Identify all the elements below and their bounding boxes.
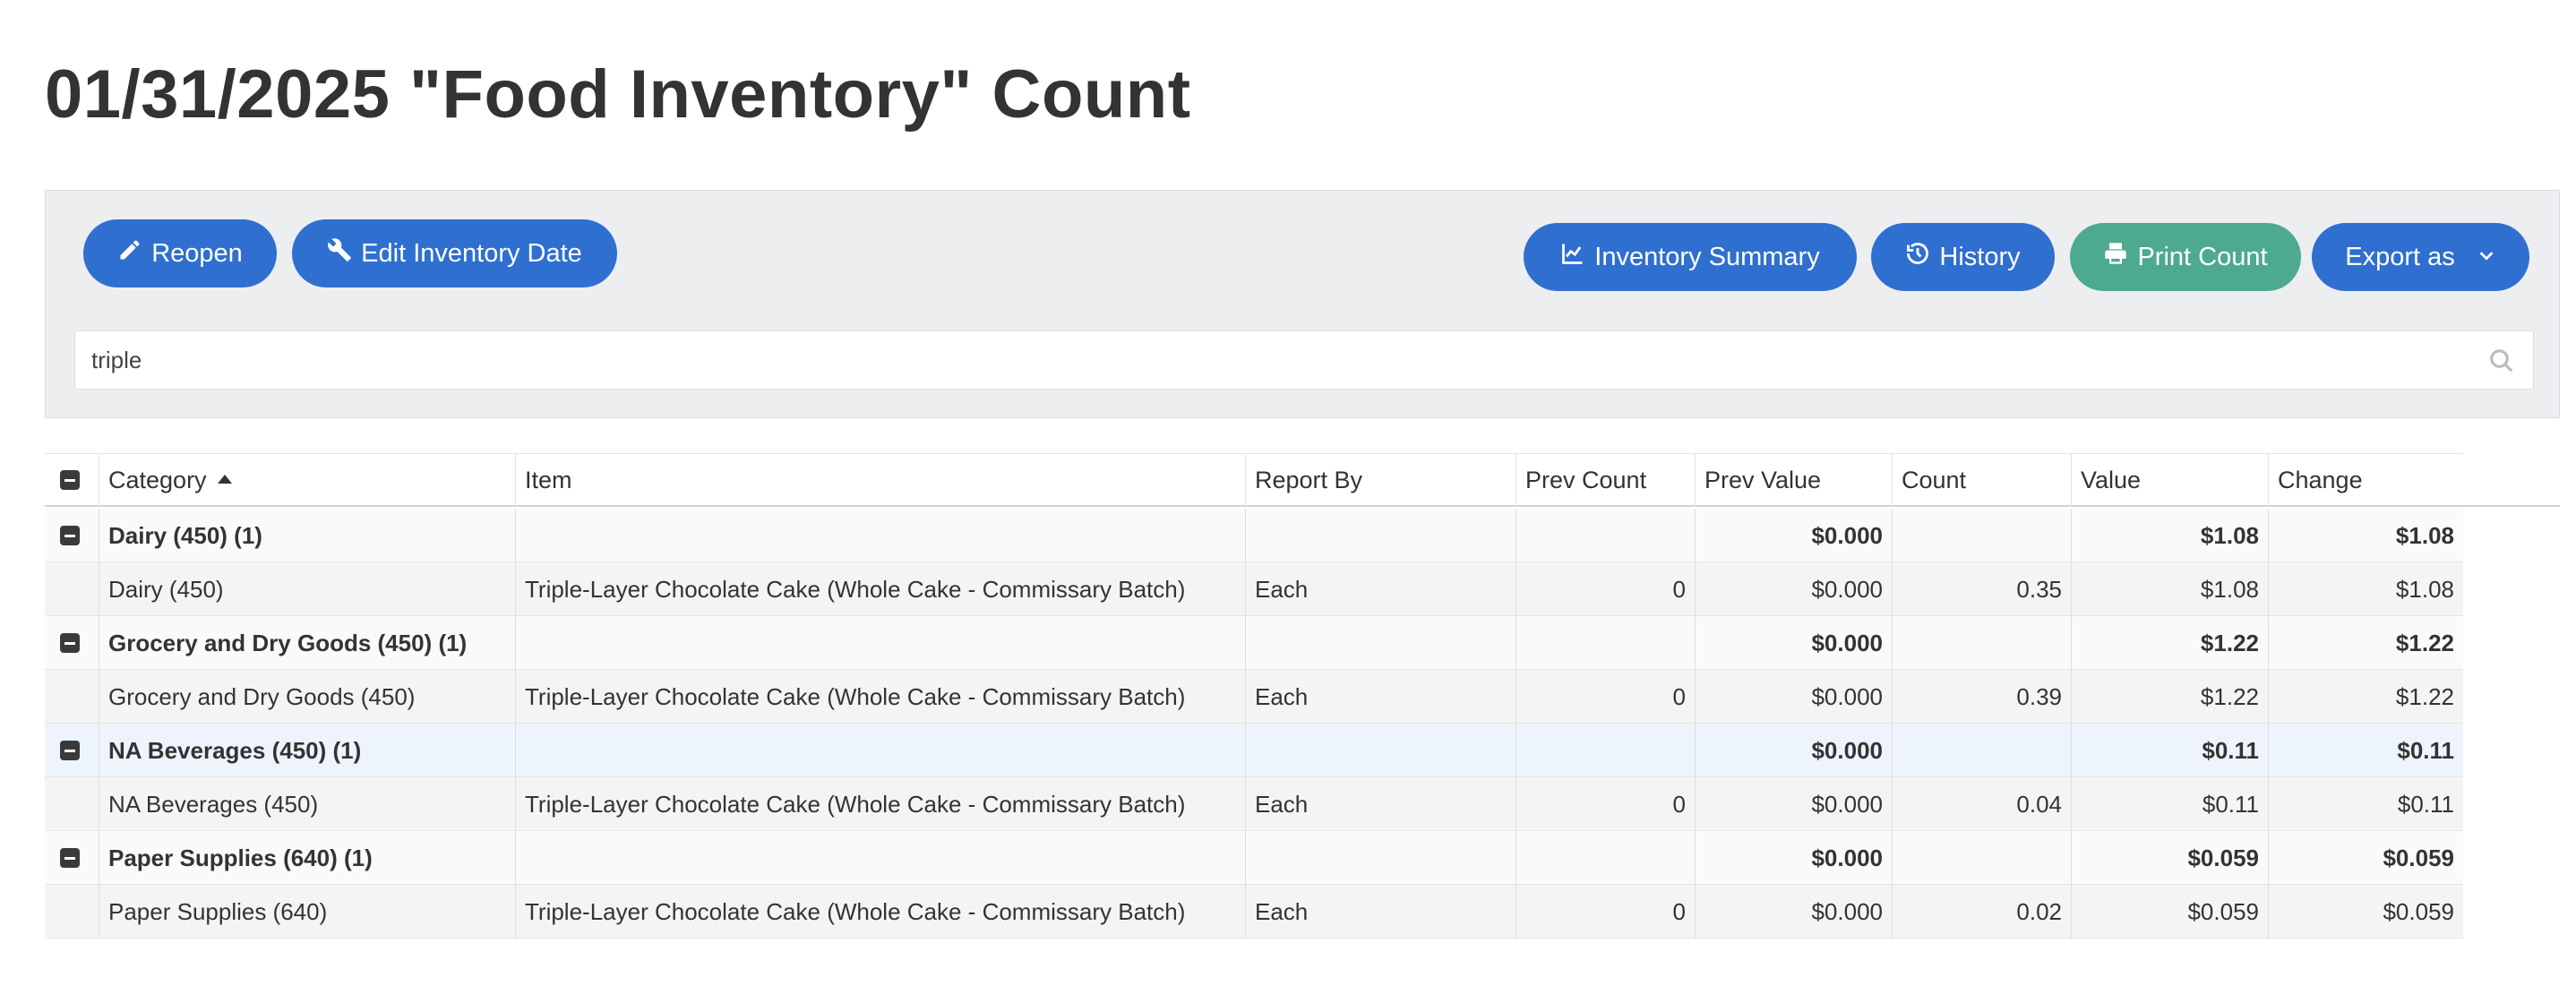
line-chart-icon [1560,241,1585,273]
print-count-label: Print Count [2137,242,2268,271]
column-header-count[interactable]: Count [1892,453,2071,507]
group-label: Grocery and Dry Goods (450) (1) [99,616,515,670]
print-count-button[interactable]: Print Count [2070,223,2301,291]
group-label: NA Beverages (450) (1) [99,724,515,777]
group-value: $1.22 [2071,616,2268,670]
cell-change: $1.08 [2268,562,2463,616]
group-label: Paper Supplies (640) (1) [99,831,515,885]
group-label: Dairy (450) (1) [99,509,515,562]
cell-item: Triple-Layer Chocolate Cake (Whole Cake … [515,777,1245,831]
cell-item: Triple-Layer Chocolate Cake (Whole Cake … [515,562,1245,616]
cell-category: Grocery and Dry Goods (450) [99,670,515,724]
cell-value: $1.22 [2071,670,2268,724]
column-header-category[interactable]: Category [99,453,515,507]
collapse-group-icon[interactable] [60,526,80,545]
printer-icon [2103,241,2128,273]
pencil-icon [117,237,142,270]
cell-report-by: Each [1245,777,1516,831]
edit-inventory-date-label: Edit Inventory Date [361,238,582,268]
table-row[interactable]: NA Beverages (450) Triple-Layer Chocolat… [45,777,2463,831]
cell-report-by: Each [1245,670,1516,724]
column-header-item[interactable]: Item [515,453,1245,507]
collapse-all-icon[interactable] [60,470,80,490]
history-icon [1905,241,1930,273]
cell-prev-count: 0 [1516,670,1695,724]
cell-report-by: Each [1245,562,1516,616]
reopen-label: Reopen [151,238,243,268]
group-value: $0.11 [2071,724,2268,777]
wrench-icon [327,237,352,270]
toolbar: Reopen Edit Inventory Date Inventory Sum… [45,190,2560,418]
column-header-prev-count[interactable]: Prev Count [1516,453,1695,507]
inventory-summary-label: Inventory Summary [1594,242,1820,271]
cell-count[interactable]: 0.39 [1892,670,2071,724]
column-header-change[interactable]: Change [2268,453,2463,507]
cell-prev-value: $0.000 [1695,670,1892,724]
history-button[interactable]: History [1871,223,2055,291]
edit-inventory-date-button[interactable]: Edit Inventory Date [292,219,617,287]
cell-value: $0.11 [2071,777,2268,831]
search-input[interactable] [75,331,2533,389]
cell-prev-count: 0 [1516,885,1695,939]
grid-header: Category Item Report By Prev Count Prev … [45,453,2560,507]
group-change: $1.08 [2268,509,2463,562]
cell-category: Dairy (450) [99,562,515,616]
group-prev-value: $0.000 [1695,509,1892,562]
cell-value: $0.059 [2071,885,2268,939]
collapse-group-icon[interactable] [60,741,80,760]
cell-item: Triple-Layer Chocolate Cake (Whole Cake … [515,885,1245,939]
cell-prev-count: 0 [1516,777,1695,831]
sort-ascending-icon [217,474,232,484]
column-header-report-by[interactable]: Report By [1245,453,1516,507]
group-row[interactable]: Paper Supplies (640) (1) $0.000 $0.059 $… [45,831,2463,885]
group-change: $1.22 [2268,616,2463,670]
collapse-all-cell [45,453,99,507]
table-row[interactable]: Dairy (450) Triple-Layer Chocolate Cake … [45,562,2463,616]
cell-value: $1.08 [2071,562,2268,616]
cell-prev-count: 0 [1516,562,1695,616]
export-as-button[interactable]: Export as [2312,223,2529,291]
cell-prev-value: $0.000 [1695,777,1892,831]
cell-prev-value: $0.000 [1695,562,1892,616]
cell-category: Paper Supplies (640) [99,885,515,939]
group-row[interactable]: Dairy (450) (1) $0.000 $1.08 $1.08 [45,509,2463,562]
cell-count[interactable]: 0.02 [1892,885,2071,939]
export-as-label: Export as [2345,242,2455,271]
cell-prev-value: $0.000 [1695,885,1892,939]
cell-count[interactable]: 0.35 [1892,562,2071,616]
group-prev-value: $0.000 [1695,616,1892,670]
group-row[interactable]: Grocery and Dry Goods (450) (1) $0.000 $… [45,616,2463,670]
group-value: $1.08 [2071,509,2268,562]
search-icon[interactable] [2488,347,2515,374]
group-prev-value: $0.000 [1695,831,1892,885]
collapse-group-icon[interactable] [60,848,80,868]
cell-change: $1.22 [2268,670,2463,724]
inventory-summary-button[interactable]: Inventory Summary [1524,223,1857,291]
page-title: 01/31/2025 "Food Inventory" Count [45,56,1191,133]
cell-item: Triple-Layer Chocolate Cake (Whole Cake … [515,670,1245,724]
history-label: History [1939,242,2021,271]
column-header-value[interactable]: Value [2071,453,2268,507]
column-header-prev-value[interactable]: Prev Value [1695,453,1892,507]
group-change: $0.11 [2268,724,2463,777]
group-row[interactable]: NA Beverages (450) (1) $0.000 $0.11 $0.1… [45,724,2463,777]
search-field [74,330,2534,390]
inventory-grid: Category Item Report By Prev Count Prev … [45,453,2560,939]
group-value: $0.059 [2071,831,2268,885]
cell-count[interactable]: 0.04 [1892,777,2071,831]
cell-report-by: Each [1245,885,1516,939]
collapse-group-icon[interactable] [60,633,80,653]
cell-change: $0.059 [2268,885,2463,939]
group-prev-value: $0.000 [1695,724,1892,777]
cell-change: $0.11 [2268,777,2463,831]
table-row[interactable]: Grocery and Dry Goods (450) Triple-Layer… [45,670,2463,724]
chevron-down-icon [2477,243,2496,272]
reopen-button[interactable]: Reopen [83,219,277,287]
group-change: $0.059 [2268,831,2463,885]
cell-category: NA Beverages (450) [99,777,515,831]
table-row[interactable]: Paper Supplies (640) Triple-Layer Chocol… [45,885,2463,939]
